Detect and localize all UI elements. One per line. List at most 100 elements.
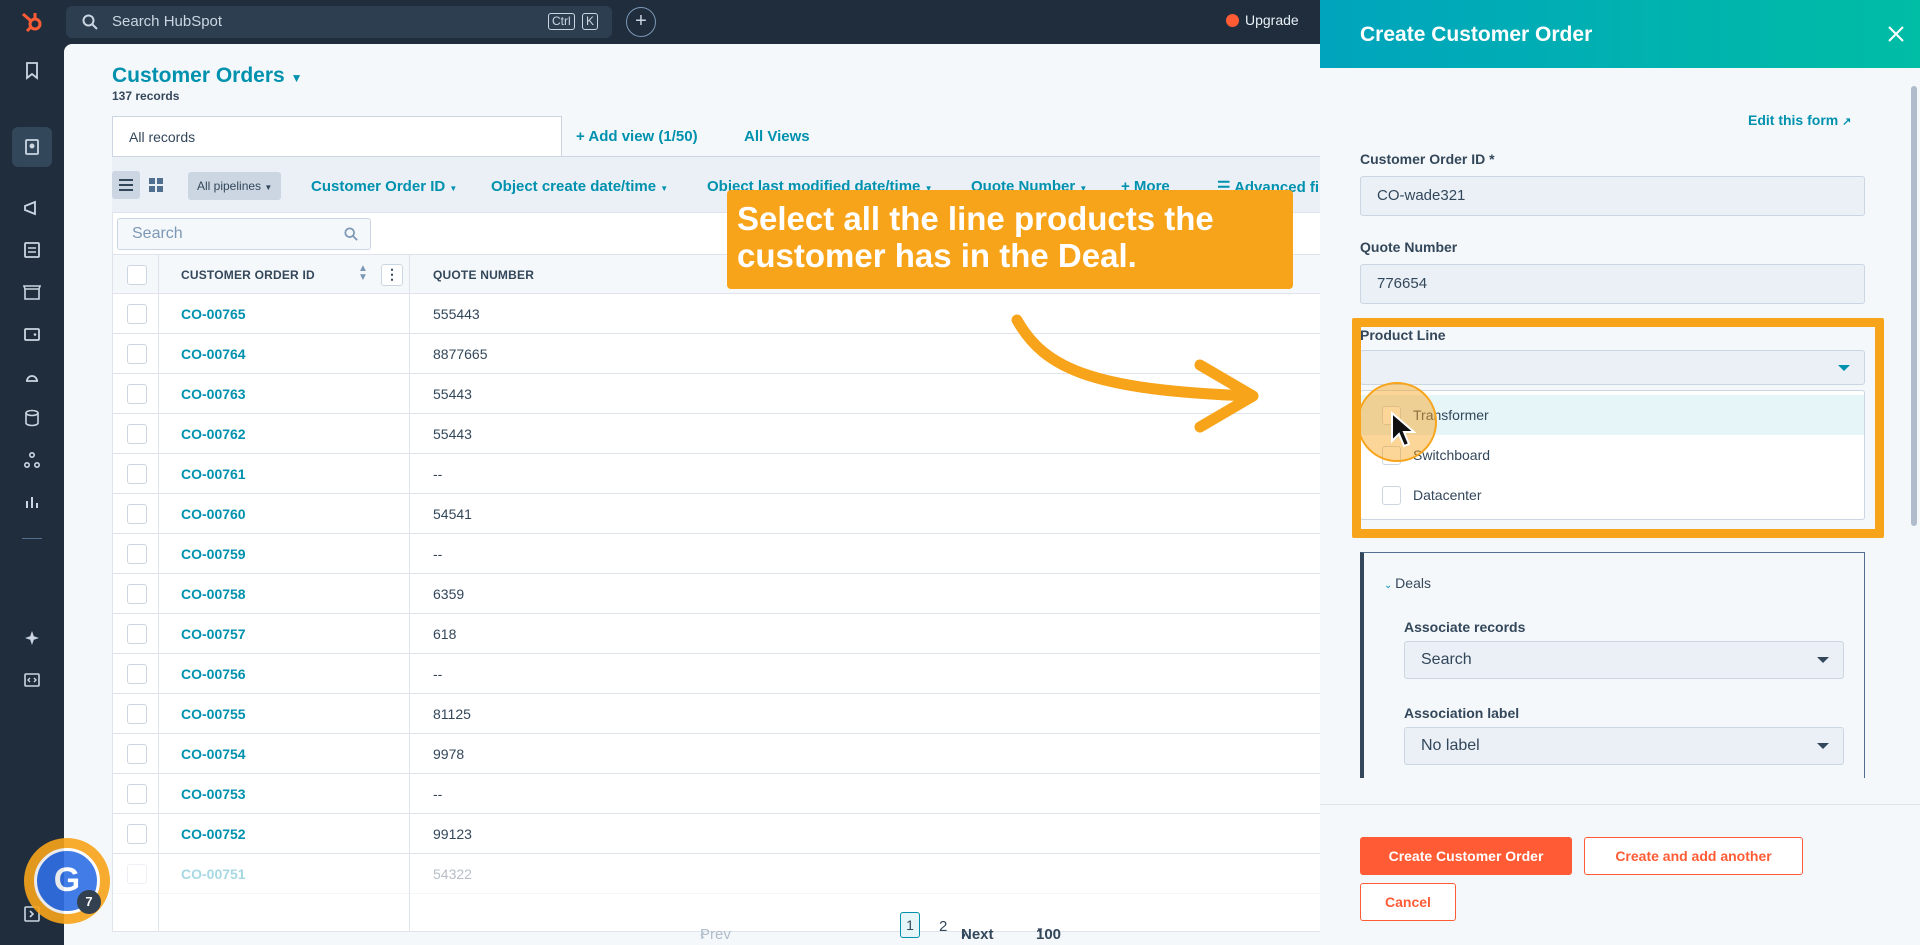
header-customer-order-id[interactable]: CUSTOMER ORDER ID (181, 268, 315, 282)
row-checkbox[interactable] (127, 464, 147, 484)
order-id-link[interactable]: CO-00756 (181, 666, 246, 682)
row-checkbox[interactable] (127, 784, 147, 804)
automation-icon[interactable] (22, 450, 42, 470)
filter-label: Object create date/time (491, 178, 657, 195)
add-view-button[interactable]: + Add view (1/50) (576, 128, 698, 145)
wallet-icon[interactable] (22, 324, 42, 344)
table-row: CO-00756 -- (113, 654, 1363, 694)
row-checkbox[interactable] (127, 744, 147, 764)
order-id-link[interactable]: CO-00761 (181, 466, 246, 482)
order-id-link[interactable]: CO-00757 (181, 626, 246, 642)
select-all-checkbox[interactable] (127, 265, 147, 285)
row-checkbox[interactable] (127, 704, 147, 724)
quote-number-cell: -- (433, 666, 443, 682)
board-view-toggle[interactable] (142, 171, 170, 199)
guide-badge[interactable]: G 7 (24, 838, 110, 924)
quote-number-cell: -- (433, 786, 443, 802)
megaphone-icon[interactable] (22, 198, 42, 218)
order-id-link[interactable]: CO-00759 (181, 546, 246, 562)
content-icon[interactable] (22, 240, 42, 260)
order-id-link[interactable]: CO-00765 (181, 306, 246, 322)
close-icon[interactable] (1884, 22, 1908, 46)
chevron-down-icon: ▼ (1036, 926, 1044, 935)
scrollbar-thumb[interactable] (1911, 86, 1917, 526)
order-id-label: Customer Order ID * (1360, 151, 1495, 167)
order-id-link[interactable]: CO-00762 (181, 426, 246, 442)
pipelines-filter[interactable]: All pipelines ▼ (188, 172, 282, 200)
contacts-nav-icon[interactable] (12, 127, 52, 167)
order-id-link[interactable]: CO-00760 (181, 506, 246, 522)
panel-scrollbar[interactable] (1908, 68, 1920, 780)
header-quote-number[interactable]: QUOTE NUMBER (433, 268, 534, 282)
quote-number-input[interactable]: 776654 (1360, 264, 1865, 304)
row-checkbox[interactable] (127, 864, 147, 884)
row-checkbox[interactable] (127, 304, 147, 324)
table-row: CO-00753 -- (113, 774, 1363, 814)
store-icon[interactable] (22, 282, 42, 302)
table-row: CO-00754 9978 (113, 734, 1363, 774)
global-search-input[interactable]: Search HubSpot Ctrl K (66, 6, 612, 38)
service-icon[interactable] (22, 366, 42, 386)
associate-records-select[interactable]: Search (1404, 641, 1844, 679)
cancel-button[interactable]: Cancel (1360, 883, 1456, 921)
guide-count-badge: 7 (77, 890, 101, 914)
association-label-select[interactable]: No label (1404, 727, 1844, 765)
filter-customer-order-id[interactable]: Customer Order ID ▼ (311, 178, 457, 195)
reports-icon[interactable] (22, 492, 42, 512)
associate-records-value: Search (1421, 651, 1472, 668)
pointer-arrow-icon (1011, 314, 1259, 433)
deals-section-toggle[interactable]: ⌄ Deals (1384, 575, 1431, 591)
order-id-link[interactable]: CO-00764 (181, 346, 246, 362)
chevron-down-icon: ▼ (449, 184, 458, 193)
row-checkbox[interactable] (127, 424, 147, 444)
sort-icon[interactable]: ▲ ▼ (358, 264, 368, 283)
edit-form-link[interactable]: Edit this form ↗ (1748, 112, 1851, 128)
prev-label: Prev (700, 926, 731, 943)
row-checkbox[interactable] (127, 824, 147, 844)
create-new-button[interactable]: + (626, 7, 656, 37)
filter-create-date[interactable]: Object create date/time ▼ (491, 178, 668, 195)
object-title-dropdown[interactable]: Customer Orders ▼ (112, 64, 302, 88)
create-button[interactable]: Create Customer Order (1360, 837, 1572, 875)
developer-icon[interactable] (22, 670, 42, 690)
chevron-down-icon: ▼ (290, 71, 303, 85)
deals-section-label: Deals (1395, 575, 1431, 591)
table-row: CO-00751 54322 (113, 854, 1363, 894)
order-id-link[interactable]: CO-00752 (181, 826, 246, 842)
table-row: CO-00752 99123 (113, 814, 1363, 854)
create-and-add-another-button[interactable]: Create and add another (1584, 837, 1803, 875)
plus-icon: + (576, 128, 589, 145)
quote-number-cell: 55443 (433, 426, 472, 442)
upgrade-link[interactable]: Upgrade (1226, 12, 1299, 28)
search-icon (344, 227, 358, 241)
bookmark-icon[interactable] (22, 60, 42, 80)
order-id-link[interactable]: CO-00754 (181, 746, 246, 762)
order-id-link[interactable]: CO-00758 (181, 586, 246, 602)
row-checkbox[interactable] (127, 384, 147, 404)
page-2-button[interactable]: 2 (939, 918, 947, 935)
order-id-input[interactable]: CO-wade321 (1360, 176, 1865, 216)
row-checkbox[interactable] (127, 584, 147, 604)
row-checkbox[interactable] (127, 664, 147, 684)
quote-number-cell: 6359 (433, 586, 465, 602)
hubspot-logo-icon[interactable] (19, 9, 45, 35)
all-views-link[interactable]: All Views (744, 128, 810, 145)
column-options-icon[interactable]: ⋮ (381, 264, 403, 286)
view-tab-all-records[interactable]: All records (112, 116, 562, 156)
chevron-right-icon: › (961, 926, 966, 943)
order-id-link[interactable]: CO-00753 (181, 786, 246, 802)
row-checkbox[interactable] (127, 544, 147, 564)
list-view-toggle[interactable] (112, 171, 140, 199)
order-id-link[interactable]: CO-00755 (181, 706, 246, 722)
page-1-button[interactable]: 1 (900, 912, 920, 938)
order-id-link[interactable]: CO-00763 (181, 386, 246, 402)
quote-number-cell: 8877665 (433, 346, 488, 362)
row-checkbox[interactable] (127, 344, 147, 364)
database-icon[interactable] (22, 408, 42, 428)
quote-number-cell: 54541 (433, 506, 472, 522)
sparkle-icon[interactable] (22, 628, 42, 648)
table-search-input[interactable]: Search (117, 218, 371, 250)
row-checkbox[interactable] (127, 504, 147, 524)
order-id-link[interactable]: CO-00751 (181, 866, 246, 882)
row-checkbox[interactable] (127, 624, 147, 644)
